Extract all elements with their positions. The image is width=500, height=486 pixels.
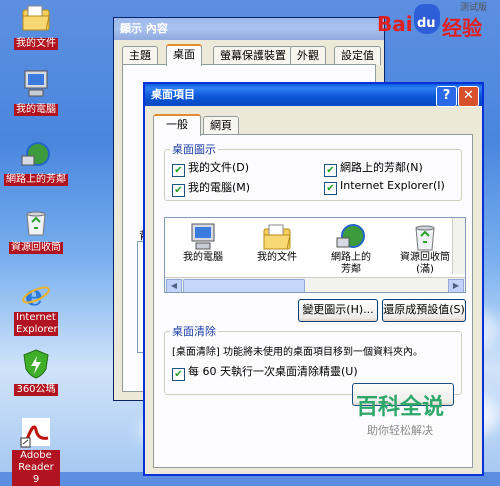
checkbox-my-documents[interactable]: ✔ 我的文件(D) [172, 159, 249, 177]
desktop-icon-my-documents[interactable]: 我的文件 [0, 2, 72, 50]
tab-settings[interactable]: 設定值 [334, 46, 381, 65]
tab-general[interactable]: 一般 [153, 114, 201, 136]
dialog-tabs: 一般 網頁 [153, 114, 482, 136]
display-properties-title: 顯示 內容 [120, 22, 168, 35]
checkbox-box[interactable]: ✔ [324, 182, 337, 195]
scroll-right-arrow[interactable]: ▶ [448, 279, 464, 292]
checkbox-box[interactable]: ✔ [324, 164, 337, 177]
checkbox-box[interactable]: ✔ [172, 368, 185, 381]
baike-quanshuo-watermark: 百科全说 助你轻松解决 [355, 395, 444, 437]
my-documents-icon [20, 2, 52, 34]
tab-screensaver[interactable]: 螢幕保護裝置 [213, 46, 293, 65]
restore-default-button[interactable]: 還原成預設值(S) [382, 299, 466, 322]
my-documents-icon [263, 224, 291, 250]
checkbox-cleanup-every-60-days[interactable]: ✔ 每 60 天執行一次桌面清除精靈(U) [172, 363, 358, 381]
desktop-items-title-bar[interactable]: 桌面項目 ? ✕ [145, 84, 482, 107]
internet-explorer-icon: e [20, 278, 52, 312]
display-tabs: 主題 桌面 螢幕保護裝置 外觀 設定值 [122, 44, 384, 66]
display-properties-title-bar[interactable]: 顯示 內容 [114, 18, 384, 40]
scroll-thumb[interactable] [183, 279, 305, 292]
tab-web[interactable]: 網頁 [203, 116, 239, 135]
desktop-icon-internet-explorer[interactable]: e Internet Explorer [0, 278, 72, 336]
my-computer-icon [191, 223, 215, 250]
icon-list-hscrollbar[interactable]: ◀ ▶ [165, 277, 465, 292]
desktop-cleanup-group-title: 桌面清除 [170, 323, 218, 339]
desktop-items-title: 桌面項目 [151, 88, 195, 101]
recycle-bin-full-icon [415, 225, 435, 251]
tab-desktop[interactable]: 桌面 [166, 44, 202, 66]
adobe-reader-icon [20, 416, 52, 448]
help-button[interactable]: ? [436, 86, 457, 107]
icon-item-network-places[interactable]: 網路上的芳鄰 [317, 222, 385, 276]
checkbox-internet-explorer[interactable]: ✔ Internet Explorer(I) [324, 179, 445, 195]
tab-appearance[interactable]: 外觀 [290, 46, 326, 65]
icon-list-vscrollbar[interactable] [452, 218, 465, 274]
baidu-jingyan-logo: Bai du 经验 测试版 [377, 3, 488, 40]
360-security-icon [20, 348, 52, 380]
icon-list[interactable]: 我的電腦 我的文件 網路上的芳鄰 資源回收筒(滿) ◀ ▶ [164, 217, 466, 293]
desktop-icon-adobe-reader[interactable]: Adobe Reader 9 [0, 416, 72, 486]
icon-item-my-documents[interactable]: 我的文件 [243, 222, 311, 264]
desktop-icon-my-computer[interactable]: 我的電腦 [0, 68, 72, 116]
icon-item-my-computer[interactable]: 我的電腦 [169, 222, 237, 264]
desktop-icon-360-security[interactable]: 360公瑪 [0, 348, 72, 396]
desktop-icon-network-places[interactable]: 網路上的芳鄰 [0, 138, 72, 186]
desktop-icon-recycle-bin[interactable]: 資源回收筒 [0, 206, 72, 254]
network-places-icon [336, 224, 365, 248]
tab-theme[interactable]: 主題 [122, 46, 158, 65]
my-computer-icon [20, 68, 52, 100]
close-button[interactable]: ✕ [458, 86, 479, 107]
desktop-cleanup-text: [桌面清除] 功能將未使用的桌面項目移到一個資料夾內。 [172, 347, 423, 358]
recycle-bin-icon [20, 206, 52, 238]
network-places-icon [20, 138, 52, 170]
checkbox-box[interactable]: ✔ [172, 184, 185, 197]
scroll-left-arrow[interactable]: ◀ [166, 279, 182, 292]
checkbox-my-computer[interactable]: ✔ 我的電腦(M) [172, 179, 250, 197]
icon-item-recycle-bin-full[interactable]: 資源回收筒(滿) [391, 222, 459, 276]
desktop-icons-group-title: 桌面圖示 [170, 141, 218, 157]
change-icon-button[interactable]: 變更圖示(H)... [298, 299, 378, 322]
checkbox-box[interactable]: ✔ [172, 164, 185, 177]
checkbox-network-places[interactable]: ✔ 網路上的芳鄰(N) [324, 159, 423, 177]
